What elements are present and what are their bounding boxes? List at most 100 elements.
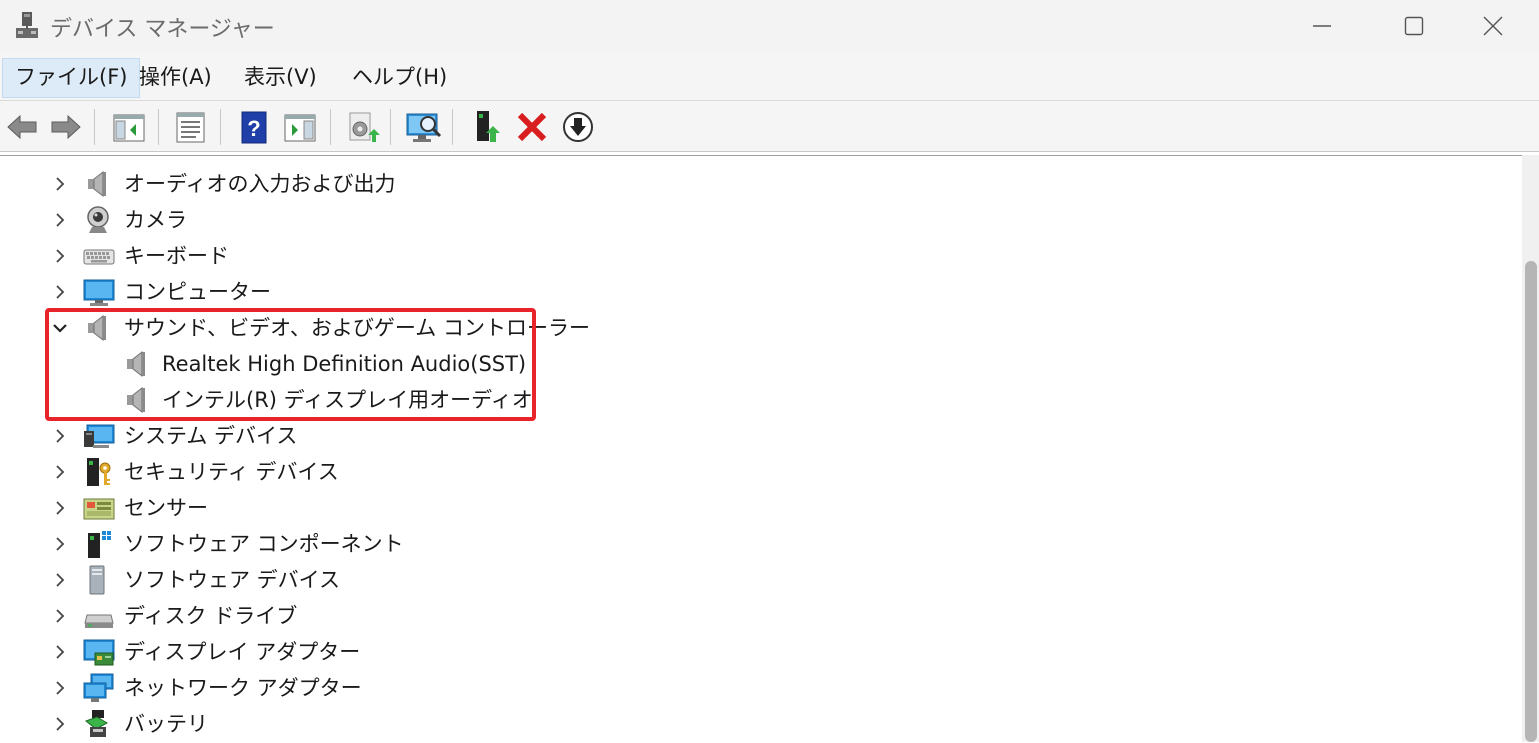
chevron-right-icon[interactable]: [52, 608, 68, 624]
tree-item-software-components[interactable]: ソフトウェア コンポーネント: [0, 526, 1500, 562]
close-button[interactable]: [1447, 0, 1539, 52]
tree-item-label: オーディオの入力および出力: [124, 172, 396, 196]
chevron-right-icon[interactable]: [52, 248, 68, 264]
tree-item-label: システム デバイス: [124, 424, 298, 448]
uninstall-device-button[interactable]: [514, 109, 550, 145]
keyboard-icon: [83, 241, 115, 271]
chevron-right-icon[interactable]: [52, 212, 68, 228]
chevron-right-icon[interactable]: [52, 536, 68, 552]
chevron-right-icon[interactable]: [52, 644, 68, 660]
tree-item-sensors[interactable]: センサー: [0, 490, 1500, 526]
forward-button[interactable]: [48, 109, 84, 145]
add-legacy-hardware-button[interactable]: [472, 109, 508, 145]
tree-item-label: カメラ: [124, 208, 187, 232]
device-manager-icon: [14, 10, 40, 40]
speaker-icon: [83, 313, 113, 343]
tree-item-security-devices[interactable]: セキュリティ デバイス: [0, 454, 1500, 490]
window-title: デバイス マネージャー: [50, 17, 275, 42]
svg-text:?: ?: [247, 116, 260, 141]
chevron-down-icon[interactable]: [52, 320, 68, 336]
system-devices-icon: [83, 421, 115, 451]
tree-item-label: ネットワーク アダプター: [124, 676, 362, 700]
tree-item-intel-display-audio[interactable]: インテル(R) ディスプレイ用オーディオ: [0, 382, 1500, 418]
tree-item-software-devices[interactable]: ソフトウェア デバイス: [0, 562, 1500, 598]
computer-icon: [83, 277, 115, 307]
tree-item-label: ソフトウェア コンポーネント: [124, 532, 404, 556]
update-driver-button[interactable]: [344, 109, 380, 145]
battery-icon: [83, 709, 113, 739]
tree-item-label: ディスプレイ アダプター: [124, 640, 361, 664]
tree-item-network-adapters[interactable]: ネットワーク アダプター: [0, 670, 1500, 706]
display-adapter-icon: [83, 637, 115, 667]
forward-arrow-icon: [51, 114, 81, 140]
network-adapter-icon: [83, 673, 114, 703]
show-hide-tree-button[interactable]: [110, 109, 146, 145]
chevron-right-icon[interactable]: [52, 428, 68, 444]
download-driver-icon: [563, 112, 593, 142]
chevron-right-icon[interactable]: [52, 716, 68, 732]
tree-item-label: センサー: [124, 496, 208, 520]
chevron-right-icon[interactable]: [52, 464, 68, 480]
tree-item-system-devices[interactable]: システム デバイス: [0, 418, 1500, 454]
chevron-right-icon[interactable]: [52, 176, 68, 192]
device-tree: オーディオの入力および出力 カメラ キーボード コンピューター サウンド、ビデオ…: [0, 155, 1522, 743]
tree-item-label: コンピューター: [124, 280, 271, 304]
update-driver-icon: [349, 112, 380, 142]
menu-view[interactable]: 表示(V): [232, 58, 329, 96]
properties-icon: [176, 112, 205, 143]
tree-item-label: ディスク ドライブ: [124, 604, 298, 628]
tree-item-camera[interactable]: カメラ: [0, 202, 1500, 238]
speaker-icon: [122, 349, 152, 379]
back-button[interactable]: [4, 109, 40, 145]
tree-item-label: インテル(R) ディスプレイ用オーディオ: [162, 388, 533, 412]
scroll-thumb[interactable]: [1525, 261, 1537, 742]
help-button[interactable]: ?: [236, 109, 272, 145]
show-hide-console-tree-icon: [113, 114, 145, 142]
tree-item-label: ソフトウェア デバイス: [124, 568, 341, 592]
speaker-icon: [122, 385, 152, 415]
menu-help[interactable]: ヘルプ(H): [340, 58, 459, 96]
back-arrow-icon: [7, 114, 37, 140]
chevron-right-icon[interactable]: [52, 284, 68, 300]
menu-file[interactable]: ファイル(F): [2, 58, 141, 98]
add-legacy-hardware-icon: [477, 111, 500, 142]
tree-item-label: サウンド、ビデオ、およびゲーム コントローラー: [124, 316, 590, 340]
close-icon: [1483, 16, 1503, 36]
tree-item-keyboard[interactable]: キーボード: [0, 238, 1500, 274]
minimize-button[interactable]: [1276, 0, 1368, 52]
software-device-icon: [83, 565, 113, 595]
maximize-icon: [1404, 16, 1424, 36]
tree-item-label: キーボード: [124, 244, 229, 268]
software-component-icon: [83, 529, 113, 559]
tree-item-disk-drives[interactable]: ディスク ドライブ: [0, 598, 1500, 634]
minimize-icon: [1313, 25, 1331, 27]
download-driver-button[interactable]: [560, 109, 596, 145]
tree-item-realtek-audio[interactable]: Realtek High Definition Audio(SST): [0, 346, 1500, 382]
sensor-icon: [83, 493, 115, 523]
chevron-right-icon[interactable]: [52, 572, 68, 588]
tree-item-display-adapters[interactable]: ディスプレイ アダプター: [0, 634, 1500, 670]
menu-bar: ファイル(F) 操作(A) 表示(V) ヘルプ(H): [0, 52, 1539, 100]
vertical-scrollbar[interactable]: [1522, 155, 1539, 742]
uninstall-device-icon: [517, 112, 547, 142]
properties-button[interactable]: [172, 109, 208, 145]
toolbar: ?: [0, 100, 1539, 152]
menu-action[interactable]: 操作(A): [127, 58, 224, 96]
security-key-icon: [83, 457, 113, 487]
chevron-right-icon[interactable]: [52, 680, 68, 696]
tree-item-computer[interactable]: コンピューター: [0, 274, 1500, 310]
tree-item-label: バッテリ: [124, 712, 208, 736]
speaker-icon: [83, 169, 113, 199]
camera-icon: [83, 205, 113, 235]
tree-item-label: セキュリティ デバイス: [124, 460, 339, 484]
tree-item-audio-io[interactable]: オーディオの入力および出力: [0, 166, 1500, 202]
tree-item-sound-video-game[interactable]: サウンド、ビデオ、およびゲーム コントローラー: [0, 310, 1500, 346]
title-bar: デバイス マネージャー: [0, 0, 1539, 52]
action-pane-button[interactable]: [282, 109, 318, 145]
disk-drive-icon: [83, 601, 114, 631]
scan-hardware-changes-icon: [406, 113, 442, 142]
scan-hardware-button[interactable]: [404, 109, 442, 145]
tree-item-batteries[interactable]: バッテリ: [0, 706, 1500, 742]
tree-item-label: Realtek High Definition Audio(SST): [162, 352, 527, 376]
chevron-right-icon[interactable]: [52, 500, 68, 516]
